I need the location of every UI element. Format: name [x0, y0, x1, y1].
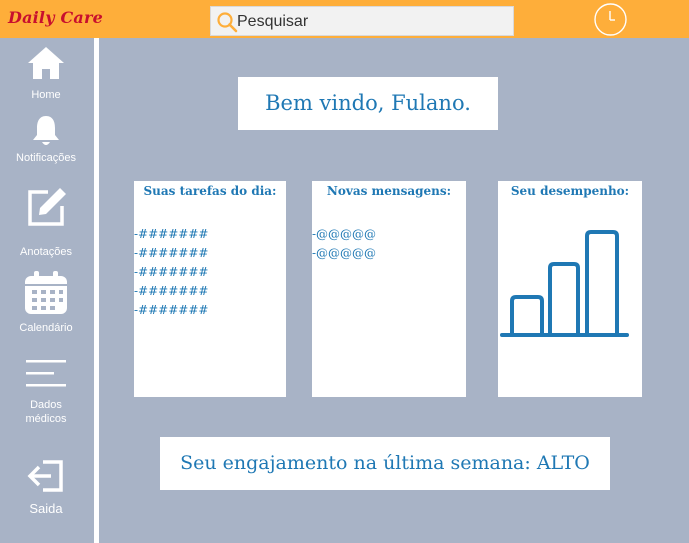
task-item[interactable]: -#######: [134, 303, 208, 317]
search-box[interactable]: [210, 6, 514, 36]
performance-title: Seu desempenho:: [510, 184, 630, 198]
edit-icon: [28, 188, 66, 226]
sidebar-item-notes[interactable]: Anotações: [0, 186, 92, 260]
messages-title: Novas mensagens:: [326, 184, 452, 198]
message-item[interactable]: -@@@@@: [312, 227, 376, 241]
bell-icon: [33, 116, 59, 145]
menu-lines-icon: [26, 360, 66, 387]
sidebar-item-label: Dados médicos: [0, 398, 92, 426]
sidebar-item-home[interactable]: Home: [0, 44, 92, 104]
sidebar-item-notifications[interactable]: Notificações: [0, 114, 92, 166]
calendar-icon: [25, 271, 67, 314]
top-bar: Daily Care: [0, 0, 689, 38]
sidebar-item-calendar[interactable]: Calendário: [0, 270, 92, 336]
search-input[interactable]: [237, 11, 507, 33]
sidebar-item-label-line2: médicos: [25, 413, 67, 425]
message-item[interactable]: -@@@@@: [312, 246, 376, 260]
task-item[interactable]: -#######: [134, 246, 208, 260]
bar-chart-icon: [500, 230, 629, 337]
sidebar-divider: [94, 38, 99, 543]
sidebar-item-label: Notificações: [16, 152, 76, 164]
task-item[interactable]: -#######: [134, 284, 208, 298]
clock-icon[interactable]: [594, 3, 627, 36]
messages-card: Novas mensagens: -@@@@@ -@@@@@: [312, 181, 466, 397]
search-icon[interactable]: [215, 11, 239, 33]
task-item[interactable]: -#######: [134, 227, 208, 241]
sidebar-item-label-line1: Dados: [30, 399, 62, 411]
sidebar-item-medical-data[interactable]: Dados médicos: [0, 358, 92, 428]
sidebar-item-exit[interactable]: Saida: [0, 458, 92, 520]
sidebar-item-label: Anotações: [20, 246, 72, 258]
welcome-banner: Bem vindo, Fulano.: [238, 77, 498, 130]
task-item[interactable]: -#######: [134, 265, 208, 279]
engagement-banner: Seu engajamento na última semana: ALTO: [160, 437, 610, 490]
performance-card: Seu desempenho:: [498, 181, 642, 397]
tasks-card: Suas tarefas do dia: -####### -####### -…: [134, 181, 286, 397]
sidebar-item-label: Home: [31, 89, 61, 101]
sidebar-item-label: Saida: [29, 501, 63, 516]
logout-icon: [27, 460, 63, 492]
tasks-title: Suas tarefas do dia:: [143, 184, 277, 198]
home-icon: [28, 47, 64, 79]
sidebar-item-label: Calendário: [19, 322, 73, 334]
app-logo[interactable]: Daily Care: [8, 8, 103, 27]
